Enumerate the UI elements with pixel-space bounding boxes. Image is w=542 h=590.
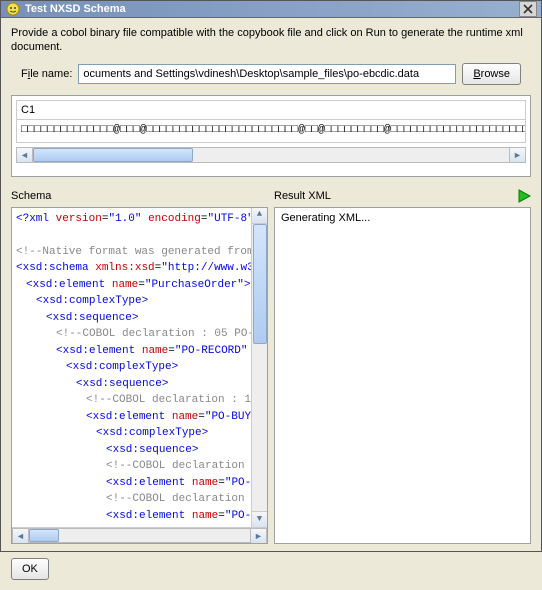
browse-rest: rowse bbox=[481, 68, 510, 80]
file-name-label: File name: bbox=[21, 68, 72, 80]
schema-hscrollbar[interactable]: ◄ ► bbox=[12, 527, 267, 543]
file-name-input[interactable] bbox=[78, 64, 456, 84]
schema-label: Schema bbox=[11, 190, 51, 202]
schema-vscrollbar[interactable]: ▲ ▼ bbox=[251, 208, 267, 528]
result-label: Result XML bbox=[274, 190, 331, 202]
scroll-right-icon[interactable]: ► bbox=[250, 529, 266, 543]
titlebar: Test NXSD Schema bbox=[1, 1, 541, 18]
scroll-down-icon[interactable]: ▼ bbox=[252, 511, 267, 527]
schema-panel: Schema <?xml version="1.0" encoding="UTF… bbox=[11, 187, 268, 545]
preview-header: C1 bbox=[16, 100, 526, 119]
schema-content[interactable]: <?xml version="1.0" encoding="UTF-8" ?> … bbox=[12, 208, 267, 528]
dialog-window: Test NXSD Schema Provide a cobol binary … bbox=[0, 0, 542, 552]
app-icon bbox=[5, 1, 21, 17]
dialog-body: Provide a cobol binary file compatible w… bbox=[1, 18, 541, 552]
footer: OK bbox=[1, 552, 541, 590]
browse-button[interactable]: Browse bbox=[462, 63, 521, 85]
scroll-right-icon[interactable]: ► bbox=[509, 148, 525, 162]
scroll-left-icon[interactable]: ◄ bbox=[17, 148, 33, 162]
scroll-up-icon[interactable]: ▲ bbox=[252, 208, 267, 224]
preview-content: □□□□□□□□□□□□□□@□□□@□□□□□□□□□□□□□□□□□□□□□… bbox=[16, 119, 526, 143]
result-body: Generating XML... bbox=[274, 207, 531, 545]
close-button[interactable] bbox=[519, 1, 537, 17]
ok-button[interactable]: OK bbox=[11, 558, 49, 580]
window-title: Test NXSD Schema bbox=[25, 3, 519, 15]
vscroll-thumb[interactable] bbox=[253, 224, 267, 344]
result-status: Generating XML... bbox=[275, 208, 530, 228]
file-row: File name: Browse bbox=[11, 63, 531, 85]
hscroll-thumb[interactable] bbox=[29, 529, 59, 542]
scroll-left-icon[interactable]: ◄ bbox=[13, 529, 29, 543]
scroll-thumb[interactable] bbox=[33, 148, 193, 162]
instruction-text: Provide a cobol binary file compatible w… bbox=[11, 26, 531, 55]
panels: Schema <?xml version="1.0" encoding="UTF… bbox=[11, 187, 531, 545]
preview-scrollbar[interactable]: ◄ ► bbox=[16, 147, 526, 163]
schema-body: <?xml version="1.0" encoding="UTF-8" ?> … bbox=[11, 207, 268, 545]
result-panel: Result XML Generating XML... bbox=[274, 187, 531, 545]
run-icon[interactable] bbox=[517, 189, 531, 203]
preview-box: C1 □□□□□□□□□□□□□□@□□□@□□□□□□□□□□□□□□□□□□… bbox=[11, 95, 531, 177]
